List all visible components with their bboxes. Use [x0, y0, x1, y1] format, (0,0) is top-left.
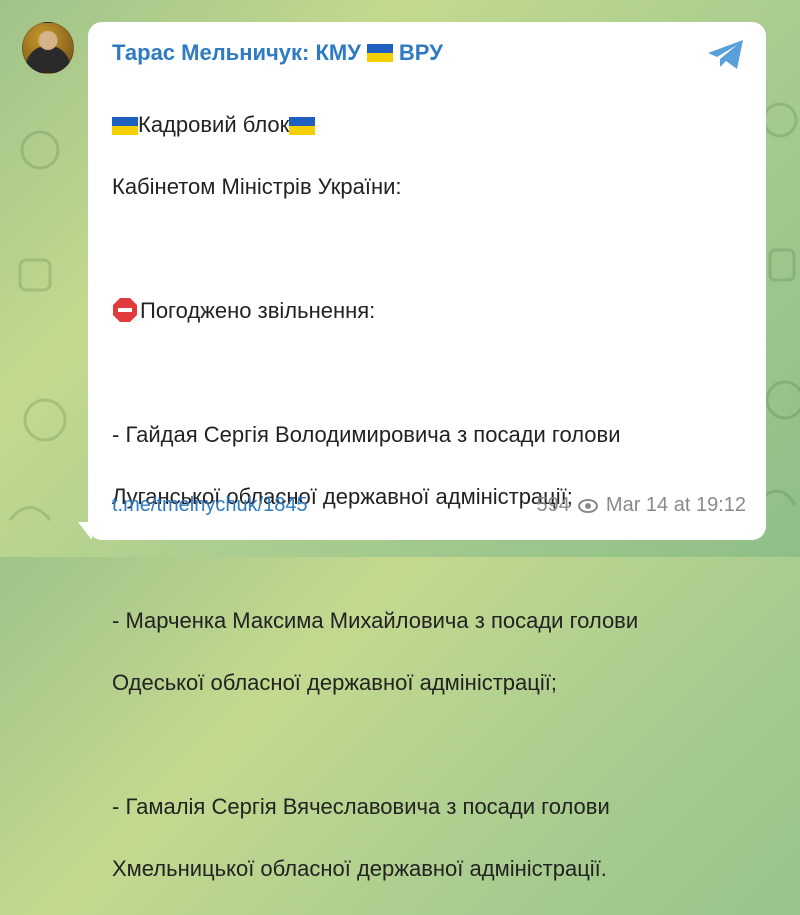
- message-line: Одеської обласної державної адміністраці…: [112, 670, 557, 695]
- ukraine-flag-icon: [112, 117, 138, 135]
- message-line: - Гамалія Сергія Вячеславовича з посади …: [112, 794, 610, 819]
- message-line: [112, 729, 746, 760]
- message-footer: t.me/tmelnychuk/1845 594 Mar 14 at 19:12: [112, 494, 746, 522]
- message-bubble: Тарас Мельничук: КМУ ВРУ Кадровий блок Ка…: [88, 22, 766, 881]
- message-line: [112, 543, 746, 574]
- channel-avatar[interactable]: [22, 22, 74, 74]
- channel-name[interactable]: Тарас Мельничук: КМУ ВРУ: [112, 40, 443, 66]
- message-line: [112, 233, 746, 264]
- message-line-text: Погоджено звільнення:: [140, 298, 376, 323]
- message-line: Кадровий блок: [112, 109, 746, 140]
- message-timestamp: Mar 14 at 19:12: [605, 494, 746, 516]
- message-link[interactable]: t.me/tmelnychuk/1845: [112, 494, 308, 517]
- ukraine-flag-icon: [289, 117, 316, 135]
- message-line-text: Кадровий блок: [138, 112, 290, 137]
- message-line: - Гайдая Сергія Володимировича з посади …: [112, 422, 621, 447]
- ukraine-flag-icon: [366, 44, 393, 62]
- message-line: [112, 357, 746, 388]
- stop-sign-icon: [113, 298, 137, 322]
- telegram-share-icon[interactable]: [706, 38, 746, 72]
- message-meta: 594 Mar 14 at 19:12: [537, 494, 746, 517]
- message-line: Хмельницької обласної державної адмініст…: [112, 856, 607, 881]
- message-line: Погоджено звільнення:: [112, 295, 746, 326]
- message-line: - Марченка Максима Михайловича з посади …: [112, 608, 639, 633]
- channel-name-suffix: ВРУ: [398, 40, 443, 65]
- eye-icon: [577, 498, 598, 513]
- view-count: 594: [536, 494, 570, 516]
- channel-name-text: Тарас Мельничук: КМУ: [112, 40, 361, 65]
- message-line: Кабінетом Міністрів України:: [112, 174, 402, 199]
